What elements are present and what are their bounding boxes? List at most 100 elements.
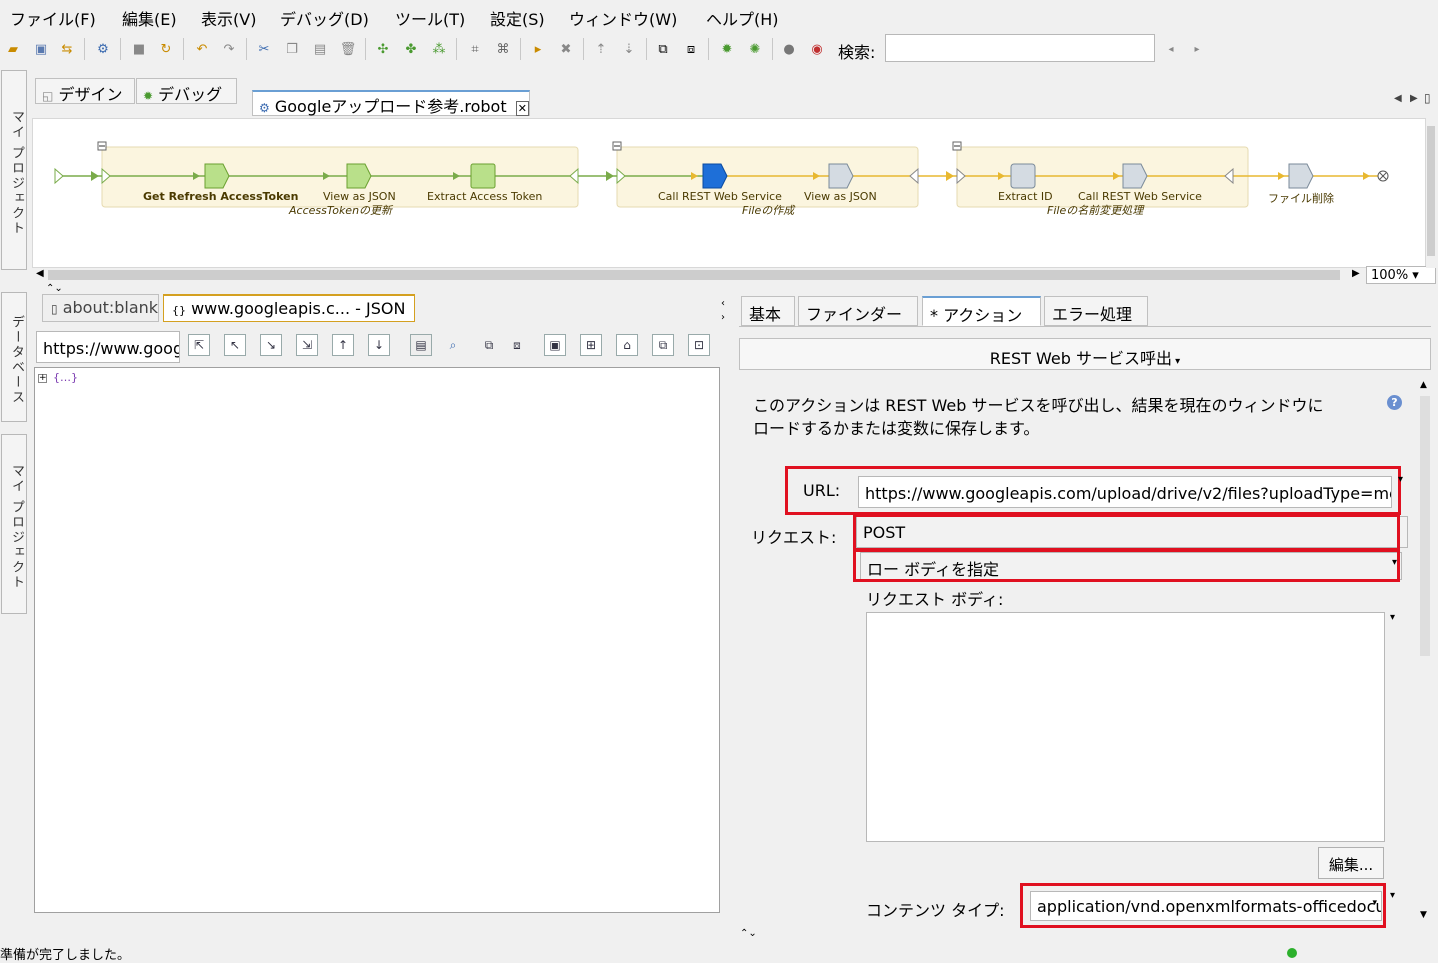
collapse-icon[interactable]: ⧈ bbox=[506, 334, 528, 356]
refresh-icon[interactable]: ↻ bbox=[157, 40, 175, 58]
tab-action[interactable]: * アクション bbox=[922, 296, 1041, 326]
scroll-left-icon[interactable]: ◀ bbox=[36, 268, 44, 279]
help-icon[interactable]: ? bbox=[1387, 395, 1402, 410]
window-split-icon[interactable]: ⧈ bbox=[682, 40, 700, 58]
action-remove-icon[interactable]: ✖ bbox=[557, 40, 575, 58]
tab-basic[interactable]: 基本 bbox=[741, 296, 795, 326]
url-input[interactable]: https://www.googleapis.com/upload/drive/… bbox=[858, 476, 1392, 508]
group-icon[interactable]: ⌗ bbox=[466, 40, 484, 58]
menu-edit[interactable]: 編集(E) bbox=[122, 6, 177, 30]
search-next-icon[interactable]: ▸ bbox=[1188, 40, 1206, 58]
nav-first-icon[interactable]: ⇱ bbox=[188, 334, 210, 356]
collapse-arrows-icon[interactable]: ⌃⌄ bbox=[740, 928, 757, 939]
nav-up-icon[interactable]: ↑ bbox=[332, 334, 354, 356]
tab-json[interactable]: {} www.googleapis.c... - JSON bbox=[163, 294, 415, 322]
scroll-thumb[interactable] bbox=[1420, 396, 1430, 656]
menu-settings[interactable]: 設定(S) bbox=[490, 6, 545, 30]
tab-finder[interactable]: ファインダー bbox=[798, 296, 918, 326]
revert-icon[interactable]: ⇆ bbox=[58, 40, 76, 58]
content-type-options-icon[interactable]: ▾ bbox=[1390, 890, 1395, 901]
open-folder-icon[interactable]: ▰ bbox=[4, 40, 22, 58]
body-options-icon[interactable]: ▾ bbox=[1390, 612, 1395, 623]
tab-design[interactable]: ◱ デザイン bbox=[35, 78, 135, 104]
ungroup-icon[interactable]: ⌘ bbox=[494, 40, 512, 58]
sidebar-tab-my-projects[interactable]: マイ プロジェクト bbox=[1, 70, 27, 270]
request-body-textarea[interactable] bbox=[866, 612, 1385, 842]
step-branch-icon[interactable]: ✤ bbox=[402, 40, 420, 58]
robot-icon[interactable]: ⚙ bbox=[94, 40, 112, 58]
tabs-menu-icon[interactable]: ▯ bbox=[1424, 91, 1431, 105]
nav-forward-icon[interactable]: ↘ bbox=[260, 334, 282, 356]
step-label[interactable]: Extract ID bbox=[998, 190, 1053, 203]
close-tab-icon[interactable]: ✕ bbox=[515, 101, 529, 116]
help-icon[interactable]: ● bbox=[780, 40, 798, 58]
copy-icon[interactable]: ❐ bbox=[283, 40, 301, 58]
collapse-arrows-icon[interactable]: ⌃⌄ bbox=[46, 283, 63, 294]
menu-window[interactable]: ウィンドウ(W) bbox=[569, 6, 677, 30]
add-view-icon[interactable]: ⊞ bbox=[580, 334, 602, 356]
stop-icon[interactable]: ■ bbox=[130, 40, 148, 58]
tabs-left-icon[interactable]: ◀ bbox=[1394, 93, 1402, 104]
expand-icon[interactable]: ⧉ bbox=[478, 334, 500, 356]
edit-button[interactable]: 編集... bbox=[1318, 847, 1384, 879]
scroll-down-icon[interactable]: ▼ bbox=[1420, 910, 1427, 920]
nav-back-icon[interactable]: ↖ bbox=[224, 334, 246, 356]
flow-hscrollbar[interactable]: ◀ bbox=[32, 268, 1362, 282]
step-label[interactable]: ファイル削除 bbox=[1268, 190, 1334, 206]
tab-robot-file[interactable]: ⚙ Googleアップロード参考.robot ✕ bbox=[252, 90, 530, 116]
debug-run-icon[interactable]: ✺ bbox=[746, 40, 764, 58]
search-prev-icon[interactable]: ◂ bbox=[1162, 40, 1180, 58]
menu-file[interactable]: ファイル(F) bbox=[10, 6, 96, 30]
document-icon[interactable]: ▤ bbox=[410, 334, 432, 356]
expand-node-icon[interactable]: + bbox=[38, 374, 47, 383]
undo-icon[interactable]: ↶ bbox=[193, 40, 211, 58]
action-icon[interactable]: ▸ bbox=[529, 40, 547, 58]
search-icon[interactable]: ⌕ bbox=[442, 334, 464, 356]
copy-view-icon[interactable]: ⧉ bbox=[652, 334, 674, 356]
browser-url-input[interactable]: https://www.google bbox=[36, 331, 180, 363]
save-all-icon[interactable]: ▣ bbox=[32, 40, 50, 58]
menu-tools[interactable]: ツール(T) bbox=[395, 6, 465, 30]
pane-next-icon[interactable]: › bbox=[721, 312, 725, 323]
nav-down-icon[interactable]: ↓ bbox=[368, 334, 390, 356]
menu-debug[interactable]: デバッグ(D) bbox=[280, 6, 369, 30]
step-add-icon[interactable]: ✣ bbox=[374, 40, 392, 58]
debug-icon[interactable]: ✹ bbox=[718, 40, 736, 58]
view-icon[interactable]: ▣ bbox=[544, 334, 566, 356]
search-input[interactable] bbox=[885, 34, 1155, 62]
json-hscroll[interactable] bbox=[34, 913, 720, 937]
web-help-icon[interactable]: ◉ bbox=[808, 40, 826, 58]
move-up-icon[interactable]: ⇡ bbox=[592, 40, 610, 58]
paste-icon[interactable]: ▤ bbox=[311, 40, 329, 58]
json-root-node[interactable]: {…} bbox=[53, 371, 78, 384]
scroll-thumb[interactable] bbox=[48, 270, 1340, 280]
json-tree-view[interactable]: + {…} bbox=[34, 367, 720, 913]
nav-last-icon[interactable]: ⇲ bbox=[296, 334, 318, 356]
scroll-thumb[interactable] bbox=[1427, 126, 1435, 256]
home-view-icon[interactable]: ⌂ bbox=[616, 334, 638, 356]
flow-canvas[interactable]: Get Refresh AccessToken View as JSON Ext… bbox=[32, 118, 1426, 268]
window-icon[interactable]: ⧉ bbox=[654, 40, 672, 58]
sidebar-tab-my-projects-2[interactable]: マイ プロジェクト bbox=[1, 434, 27, 614]
step-try-icon[interactable]: ⁂ bbox=[430, 40, 448, 58]
pane-prev-icon[interactable]: ‹ bbox=[721, 298, 725, 309]
delete-icon[interactable]: 🗑 bbox=[339, 40, 357, 58]
step-label[interactable]: View as JSON bbox=[804, 190, 877, 203]
step-label[interactable]: Get Refresh AccessToken bbox=[143, 190, 298, 203]
scroll-up-icon[interactable]: ▲ bbox=[1420, 380, 1427, 390]
url-options-icon[interactable]: ▾ bbox=[1398, 474, 1403, 485]
redo-icon[interactable]: ↷ bbox=[220, 40, 238, 58]
cut-icon[interactable]: ✂ bbox=[255, 40, 273, 58]
action-selector[interactable]: REST Web サービス呼出 ▾ bbox=[739, 338, 1431, 370]
flow-vscrollbar[interactable] bbox=[1426, 118, 1436, 268]
step-label[interactable]: Extract Access Token bbox=[427, 190, 542, 203]
move-down-icon[interactable]: ⇣ bbox=[620, 40, 638, 58]
content-type-select[interactable]: application/vnd.openxmlformats-officedoc… bbox=[1030, 891, 1382, 921]
tab-error-handling[interactable]: エラー処理 bbox=[1044, 296, 1148, 326]
tabs-right-icon[interactable]: ▶ bbox=[1410, 93, 1418, 104]
sidebar-tab-database[interactable]: データベース bbox=[1, 292, 27, 422]
tab-debug[interactable]: ✹ デバッグ bbox=[136, 78, 237, 104]
menu-help[interactable]: ヘルプ(H) bbox=[706, 6, 779, 30]
tab-about-blank[interactable]: ▯ about:blank bbox=[42, 294, 159, 322]
zoom-select[interactable]: 100% ▾ bbox=[1366, 266, 1436, 284]
